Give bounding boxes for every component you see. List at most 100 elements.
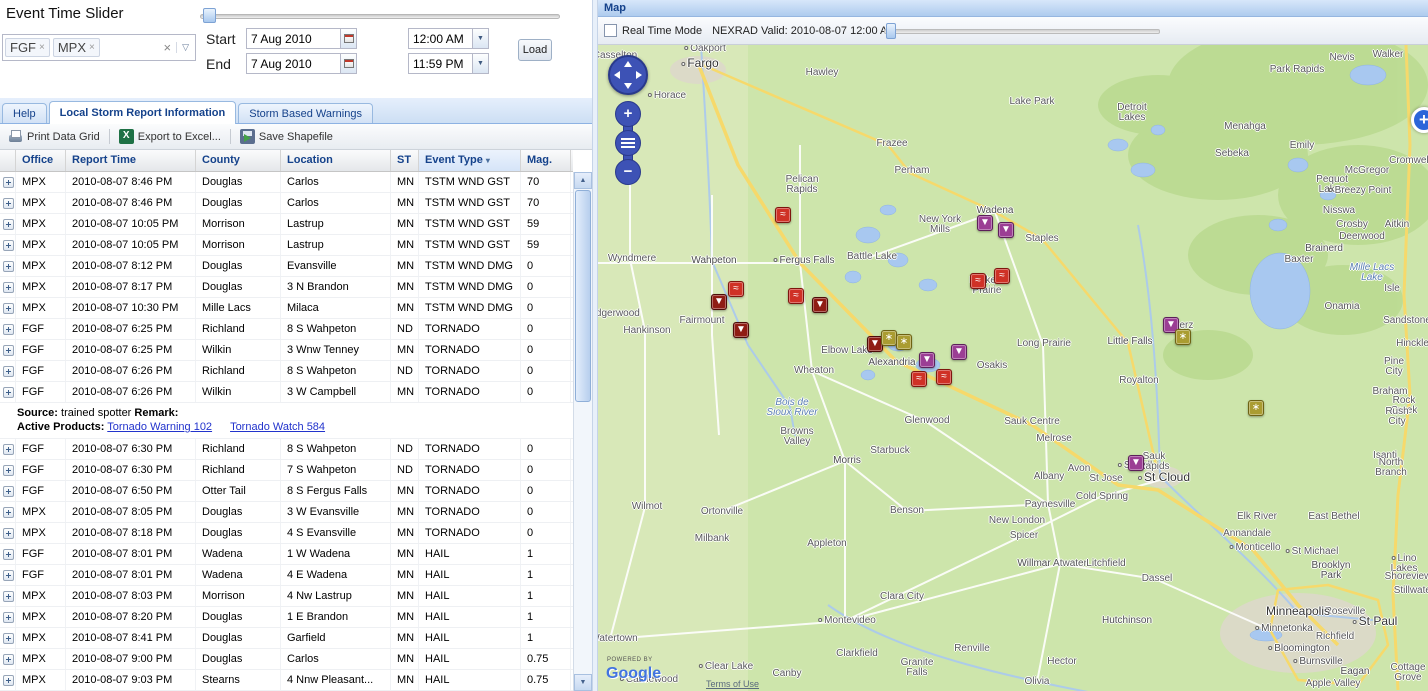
expand-row-icon[interactable] (3, 324, 14, 335)
table-row[interactable]: FGF 2010-08-07 6:25 PM Wilkin 3 Wnw Tenney M… (0, 340, 573, 361)
map-pan-control[interactable] (608, 55, 648, 95)
table-row[interactable]: MPX 2010-08-07 8:18 PM Douglas 4 S Evansvil… (0, 523, 573, 544)
nexrad-slider-thumb[interactable] (886, 23, 896, 39)
product-link[interactable]: Tornado Warning 102 (107, 421, 212, 433)
expand-row-icon[interactable] (3, 282, 14, 293)
map-area[interactable]: CasseltonOakportFargoHawleyHoraceWalkerN… (598, 45, 1428, 691)
pan-left-icon[interactable] (614, 71, 620, 79)
storm-report-marker-tor[interactable]: ▼ (812, 297, 828, 313)
storm-report-marker-tor[interactable]: ▼ (711, 294, 727, 310)
expand-row-icon[interactable] (3, 570, 14, 581)
storm-report-marker-hail[interactable]: ∗ (881, 330, 897, 346)
table-row[interactable]: MPX 2010-08-07 9:00 PM Douglas Carlos MN HAIL… (0, 649, 573, 670)
grid-scrollbar[interactable] (573, 172, 592, 691)
scrollbar-thumb[interactable] (575, 190, 591, 402)
expand-row-icon[interactable] (3, 612, 14, 623)
nexrad-time-slider[interactable] (884, 29, 1160, 34)
expand-row-icon[interactable] (3, 507, 14, 518)
column-header-office[interactable]: Office (16, 150, 66, 171)
expand-row-icon[interactable] (3, 675, 14, 686)
expand-row-icon[interactable] (3, 444, 14, 455)
storm-report-marker-torp[interactable]: ▼ (951, 344, 967, 360)
dropdown-arrow-icon[interactable]: ▽ (176, 42, 193, 53)
storm-report-marker-hail[interactable]: ∗ (896, 334, 912, 350)
end-time-value[interactable]: 11:59 PM (408, 53, 472, 74)
storm-report-marker-torp[interactable]: ▼ (977, 215, 993, 231)
storm-report-marker-wind[interactable]: ≈ (970, 273, 986, 289)
pan-right-icon[interactable] (636, 71, 642, 79)
table-row[interactable]: MPX 2010-08-07 8:12 PM Douglas Evansville MN… (0, 256, 573, 277)
filter-tag-fgf[interactable]: FGF × (5, 38, 50, 57)
column-header-location[interactable]: Location (281, 150, 391, 171)
tab-storm-based-warnings[interactable]: Storm Based Warnings (238, 103, 373, 123)
column-header-county[interactable]: County (196, 150, 281, 171)
event-time-slider[interactable] (200, 8, 560, 24)
column-header-report-time[interactable]: Report Time (66, 150, 196, 171)
pan-down-icon[interactable] (624, 83, 632, 89)
tab-help[interactable]: Help (2, 103, 47, 123)
office-filter-combo[interactable]: FGF × MPX × × ▽ (2, 34, 196, 61)
table-row[interactable]: MPX 2010-08-07 8:41 PM Douglas Garfield MN HA… (0, 628, 573, 649)
storm-report-marker-torp[interactable]: ▼ (1128, 455, 1144, 471)
chevron-down-icon[interactable]: ▼ (472, 53, 489, 74)
end-date-value[interactable]: 7 Aug 2010 (246, 53, 340, 74)
start-time-value[interactable]: 12:00 AM (408, 28, 472, 49)
table-row[interactable]: MPX 2010-08-07 8:20 PM Douglas 1 E Brandon M… (0, 607, 573, 628)
zoom-out-button[interactable]: − (615, 159, 641, 185)
expand-row-icon[interactable] (3, 303, 14, 314)
table-row[interactable]: MPX 2010-08-07 9:03 PM Stearns 4 Nnw Pleasa… (0, 670, 573, 691)
filter-tag-mpx[interactable]: MPX × (52, 38, 100, 57)
storm-report-marker-tor[interactable]: ▼ (733, 322, 749, 338)
end-time-field[interactable]: 11:59 PM ▼ (408, 53, 489, 74)
print-data-grid-button[interactable]: Print Data Grid (4, 127, 104, 146)
column-header-event-type[interactable]: Event Type ▾ (419, 150, 521, 171)
expand-row-icon[interactable] (3, 549, 14, 560)
expand-row-icon[interactable] (3, 633, 14, 644)
expand-row-icon[interactable] (3, 261, 14, 272)
storm-report-marker-wind[interactable]: ≈ (911, 371, 927, 387)
storm-report-marker-wind[interactable]: ≈ (788, 288, 804, 304)
product-link[interactable]: Tornado Watch 584 (230, 421, 325, 433)
expand-row-icon[interactable] (3, 240, 14, 251)
pan-up-icon[interactable] (624, 61, 632, 67)
storm-report-marker-wind[interactable]: ≈ (728, 281, 744, 297)
table-row[interactable]: MPX 2010-08-07 10:30 PM Mille Lacs Milaca MN… (0, 298, 573, 319)
table-row[interactable]: MPX 2010-08-07 8:03 PM Morrison 4 Nw Lastru… (0, 586, 573, 607)
calendar-icon[interactable] (340, 28, 357, 49)
remove-tag-icon[interactable]: × (39, 42, 45, 53)
table-row[interactable]: FGF 2010-08-07 8:01 PM Wadena 4 E Wadena MN H… (0, 565, 573, 586)
table-row[interactable]: FGF 2010-08-07 6:26 PM Richland 8 S Wahpeto… (0, 361, 573, 382)
realtime-checkbox[interactable] (604, 24, 617, 37)
table-row[interactable]: MPX 2010-08-07 8:17 PM Douglas 3 N Brandon M… (0, 277, 573, 298)
storm-report-marker-hail[interactable]: ∗ (1248, 400, 1264, 416)
expand-row-icon[interactable] (3, 345, 14, 356)
table-row[interactable]: MPX 2010-08-07 10:05 PM Morrison Lastrup MN T… (0, 214, 573, 235)
expand-row-icon[interactable] (3, 528, 14, 539)
slider-thumb[interactable] (203, 8, 216, 23)
table-row[interactable]: FGF 2010-08-07 6:30 PM Richland 8 S Wahpeto… (0, 439, 573, 460)
tab-local-storm-report-information[interactable]: Local Storm Report Information (48, 101, 237, 124)
column-header-mag[interactable]: Mag. (521, 150, 571, 171)
export-to-excel-button[interactable]: Export to Excel... (115, 127, 225, 146)
storm-report-marker-hail[interactable]: ∗ (1175, 329, 1191, 345)
save-shapefile-button[interactable]: Save Shapefile (236, 127, 337, 146)
chevron-down-icon[interactable]: ▼ (472, 28, 489, 49)
expand-row-icon[interactable] (3, 177, 14, 188)
table-row[interactable]: FGF 2010-08-07 8:01 PM Wadena 1 W Wadena MN H… (0, 544, 573, 565)
calendar-icon[interactable] (340, 53, 357, 74)
expand-row-icon[interactable] (3, 366, 14, 377)
expand-row-icon[interactable] (3, 387, 14, 398)
end-date-field[interactable]: 7 Aug 2010 (246, 53, 357, 74)
remove-tag-icon[interactable]: × (89, 42, 95, 53)
storm-report-marker-torp[interactable]: ▼ (998, 222, 1014, 238)
storm-report-marker-torp[interactable]: ▼ (919, 352, 935, 368)
table-row[interactable]: FGF 2010-08-07 6:50 PM Otter Tail 8 S Fergu… (0, 481, 573, 502)
table-row[interactable]: MPX 2010-08-07 10:05 PM Morrison Lastrup MN T… (0, 235, 573, 256)
expand-row-icon[interactable] (3, 591, 14, 602)
globe-icon[interactable] (615, 130, 641, 156)
table-row[interactable]: FGF 2010-08-07 6:30 PM Richland 7 S Wahpeto… (0, 460, 573, 481)
table-row[interactable]: MPX 2010-08-07 8:46 PM Douglas Carlos MN TSTM… (0, 193, 573, 214)
zoom-in-button[interactable]: + (615, 101, 641, 127)
scroll-up-icon[interactable] (574, 172, 592, 189)
storm-report-marker-wind[interactable]: ≈ (775, 207, 791, 223)
